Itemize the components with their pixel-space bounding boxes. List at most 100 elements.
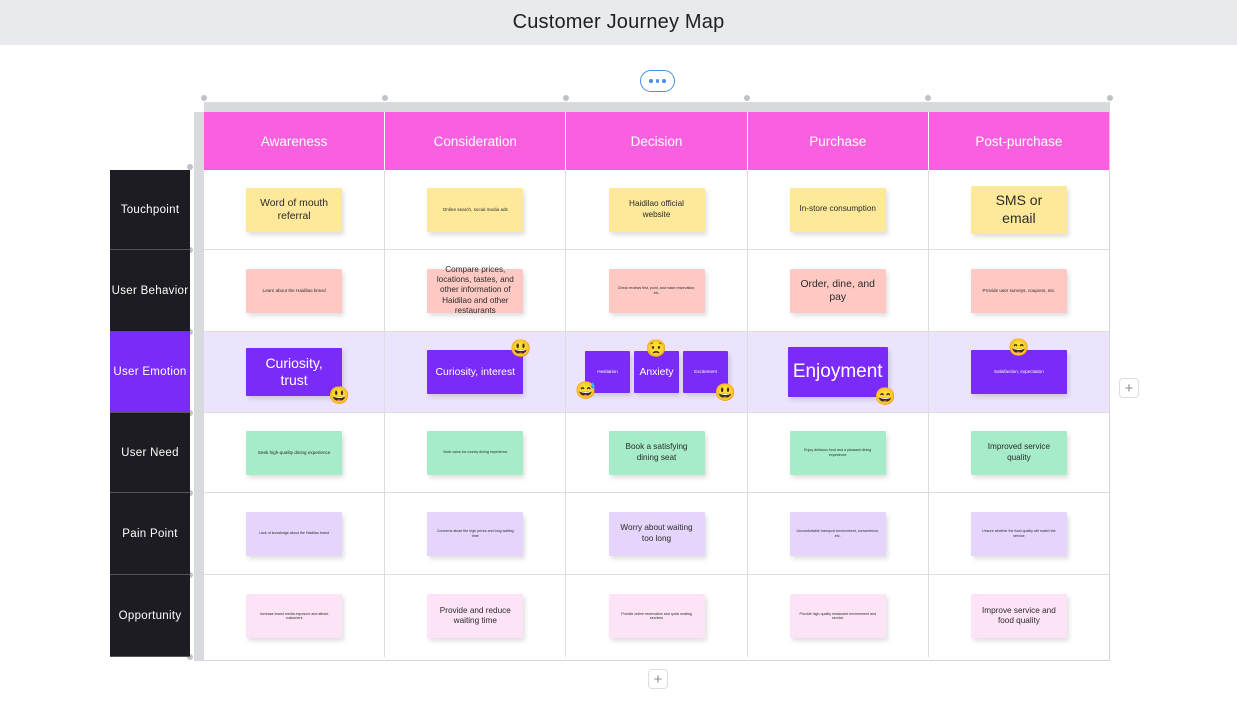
grid-cell[interactable]: Concerns about the high prices and long … <box>385 493 567 574</box>
sticky-note[interactable]: Enjoy delicious food and a pleasant dini… <box>789 430 886 475</box>
grid-cell[interactable]: Book a satisfying dining seat <box>566 413 748 492</box>
sticky-note[interactable]: Curiosity, interest <box>427 350 524 394</box>
sticky-note[interactable]: Satisfaction, expectation <box>970 350 1067 394</box>
row-label-touchpoint[interactable]: Touchpoint <box>110 170 190 250</box>
sticky-note-text: Check reviews first, point, and make res… <box>617 286 696 295</box>
grid-cell[interactable]: Unsure whether the food quality will mat… <box>929 493 1109 574</box>
sticky-note[interactable]: Haidilao official website <box>608 187 705 232</box>
grid-row: Word of mouth referral Online search, soc… <box>204 170 1109 250</box>
column-resize-handle[interactable] <box>1107 95 1113 101</box>
row-label-user-emotion[interactable]: User Emotion <box>110 332 190 413</box>
grid-cell[interactable]: Check reviews first, point, and make res… <box>566 250 748 331</box>
sticky-note-text: Seek value-for-money dining experience <box>443 450 508 455</box>
more-options-button[interactable] <box>640 70 675 92</box>
grid-cell[interactable]: SMS or email <box>929 170 1109 249</box>
row-resize-rail[interactable] <box>194 112 204 661</box>
grid-cell[interactable]: Improved service quality <box>929 413 1109 492</box>
column-resize-handle[interactable] <box>563 95 569 101</box>
add-row-button[interactable]: + <box>648 669 668 689</box>
column-header[interactable]: Post-purchase <box>928 112 1110 170</box>
grid-cell[interactable]: In-store consumption <box>748 170 929 249</box>
grid-cell[interactable]: Compare prices, locations, tastes, and o… <box>385 250 567 331</box>
sticky-note[interactable]: Provide and reduce waiting time <box>427 594 524 638</box>
sticky-note-text: Improved service quality <box>987 442 1051 462</box>
grid-cell[interactable]: Lack of knowledge about the Haidilao bra… <box>204 493 386 574</box>
grid-cell[interactable]: Seek value-for-money dining experience <box>385 413 567 492</box>
sticky-note[interactable]: Improve service and food quality <box>970 594 1067 638</box>
grid-cell[interactable]: Hesitation 😅 Anxiety 😟 Excitement 😃 <box>566 332 748 412</box>
column-resize-handle[interactable] <box>744 95 750 101</box>
column-resize-handle[interactable] <box>201 95 207 101</box>
sticky-note[interactable]: In-store consumption <box>789 187 886 232</box>
grid-cell[interactable]: Seek high-quality dining experience <box>204 413 386 492</box>
grid-cell[interactable]: Curiosity, interest 😃 <box>385 332 567 412</box>
grid-cell[interactable]: Uncomfortable transport environment, con… <box>748 493 929 574</box>
sticky-note[interactable]: SMS or email <box>970 185 1067 234</box>
sticky-note[interactable]: Order, dine, and pay <box>789 268 886 313</box>
grid-cell[interactable]: Worry about waiting too long <box>566 493 748 574</box>
sticky-note[interactable]: Word of mouth referral <box>246 187 343 232</box>
grid-cell[interactable]: Word of mouth referral <box>204 170 386 249</box>
sticky-note[interactable]: Learn about the Haidilao brand <box>246 268 343 313</box>
grid-cell[interactable]: Improve service and food quality <box>929 575 1109 657</box>
sticky-note[interactable]: Online search, social media ads <box>427 187 524 232</box>
grid-cell[interactable]: Enjoy delicious food and a pleasant dini… <box>748 413 929 492</box>
add-column-button[interactable]: + <box>1119 378 1139 398</box>
page-title: Customer Journey Map <box>512 11 725 33</box>
grid-cell[interactable]: Learn about the Haidilao brand <box>204 250 386 331</box>
column-header[interactable]: Decision <box>566 112 748 170</box>
grid-body: Word of mouth referral Online search, soc… <box>204 170 1109 657</box>
sticky-note[interactable]: Seek value-for-money dining experience <box>427 430 524 475</box>
grid-cell[interactable]: Online search, social media ads <box>385 170 567 249</box>
sticky-note-wrapper: Hesitation 😅 <box>575 351 630 399</box>
sticky-note[interactable]: Hesitation <box>585 351 630 393</box>
sticky-note[interactable]: Increase brand media exposure and attrac… <box>246 594 343 638</box>
sticky-note-wrapper: Provide and reduce waiting time <box>427 594 524 638</box>
sticky-note[interactable]: Improved service quality <box>970 430 1067 475</box>
sticky-note[interactable]: Excitement <box>683 351 728 393</box>
column-resize-rail[interactable] <box>204 102 1110 112</box>
sticky-note-wrapper: Order, dine, and pay <box>789 268 886 313</box>
grid-cell[interactable]: Provide user surveys, coupons, etc. <box>929 250 1109 331</box>
column-resize-handle[interactable] <box>925 95 931 101</box>
row-label-text: Pain Point <box>122 527 178 540</box>
sticky-note[interactable]: Curiosity, trust <box>246 348 343 396</box>
grid-cell[interactable]: Enjoyment 😄 <box>748 332 929 412</box>
grid-cell[interactable]: Haidilao official website <box>566 170 748 249</box>
grid-cell[interactable]: Provide high-quality restaurant environm… <box>748 575 929 657</box>
sticky-note[interactable]: Check reviews first, point, and make res… <box>608 268 705 313</box>
column-resize-handle[interactable] <box>382 95 388 101</box>
grid-cell[interactable]: Curiosity, trust 😃 <box>204 332 386 412</box>
sticky-note-wrapper: Satisfaction, expectation 😄 <box>970 339 1067 394</box>
sticky-note[interactable]: Provide user surveys, coupons, etc. <box>970 268 1067 313</box>
grid-cell[interactable]: Provide online reservation and quick sea… <box>566 575 748 657</box>
sticky-note[interactable]: Concerns about the high prices and long … <box>427 511 524 556</box>
sticky-note[interactable]: Enjoyment <box>787 347 888 397</box>
sticky-note-wrapper: Improve service and food quality <box>970 594 1067 638</box>
grid-cell[interactable]: Order, dine, and pay <box>748 250 929 331</box>
grid-cell[interactable]: Satisfaction, expectation 😄 <box>929 332 1109 412</box>
column-header[interactable]: Consideration <box>385 112 567 170</box>
row-label-user-behavior[interactable]: User Behavior <box>110 250 190 332</box>
sticky-note[interactable]: Seek high-quality dining experience <box>246 430 343 475</box>
sticky-note-wrapper: Uncomfortable transport environment, con… <box>789 511 886 556</box>
sticky-note[interactable]: Book a satisfying dining seat <box>608 430 705 475</box>
sticky-note[interactable]: Unsure whether the food quality will mat… <box>970 511 1067 556</box>
column-header[interactable]: Awareness <box>204 112 386 170</box>
sticky-note[interactable]: Provide high-quality restaurant environm… <box>789 594 886 638</box>
row-label-text: User Emotion <box>113 366 187 378</box>
sticky-note[interactable]: Anxiety <box>634 351 679 393</box>
sticky-note[interactable]: Worry about waiting too long <box>608 511 705 556</box>
sticky-note[interactable]: Compare prices, locations, tastes, and o… <box>427 265 524 315</box>
grid-cell[interactable]: Increase brand media exposure and attrac… <box>204 575 386 657</box>
column-header[interactable]: Purchase <box>747 112 929 170</box>
grid-cell[interactable]: Provide and reduce waiting time <box>385 575 567 657</box>
sticky-note[interactable]: Provide online reservation and quick sea… <box>608 594 705 638</box>
row-label-pain-point[interactable]: Pain Point <box>110 493 190 575</box>
grid-row: Lack of knowledge about the Haidilao bra… <box>204 493 1109 575</box>
sticky-note[interactable]: Lack of knowledge about the Haidilao bra… <box>246 511 343 556</box>
row-label-user-need[interactable]: User Need <box>110 413 190 493</box>
sticky-note[interactable]: Uncomfortable transport environment, con… <box>789 511 886 556</box>
row-label-opportunity[interactable]: Opportunity <box>110 575 190 657</box>
sticky-note-text: Hesitation <box>597 369 618 375</box>
